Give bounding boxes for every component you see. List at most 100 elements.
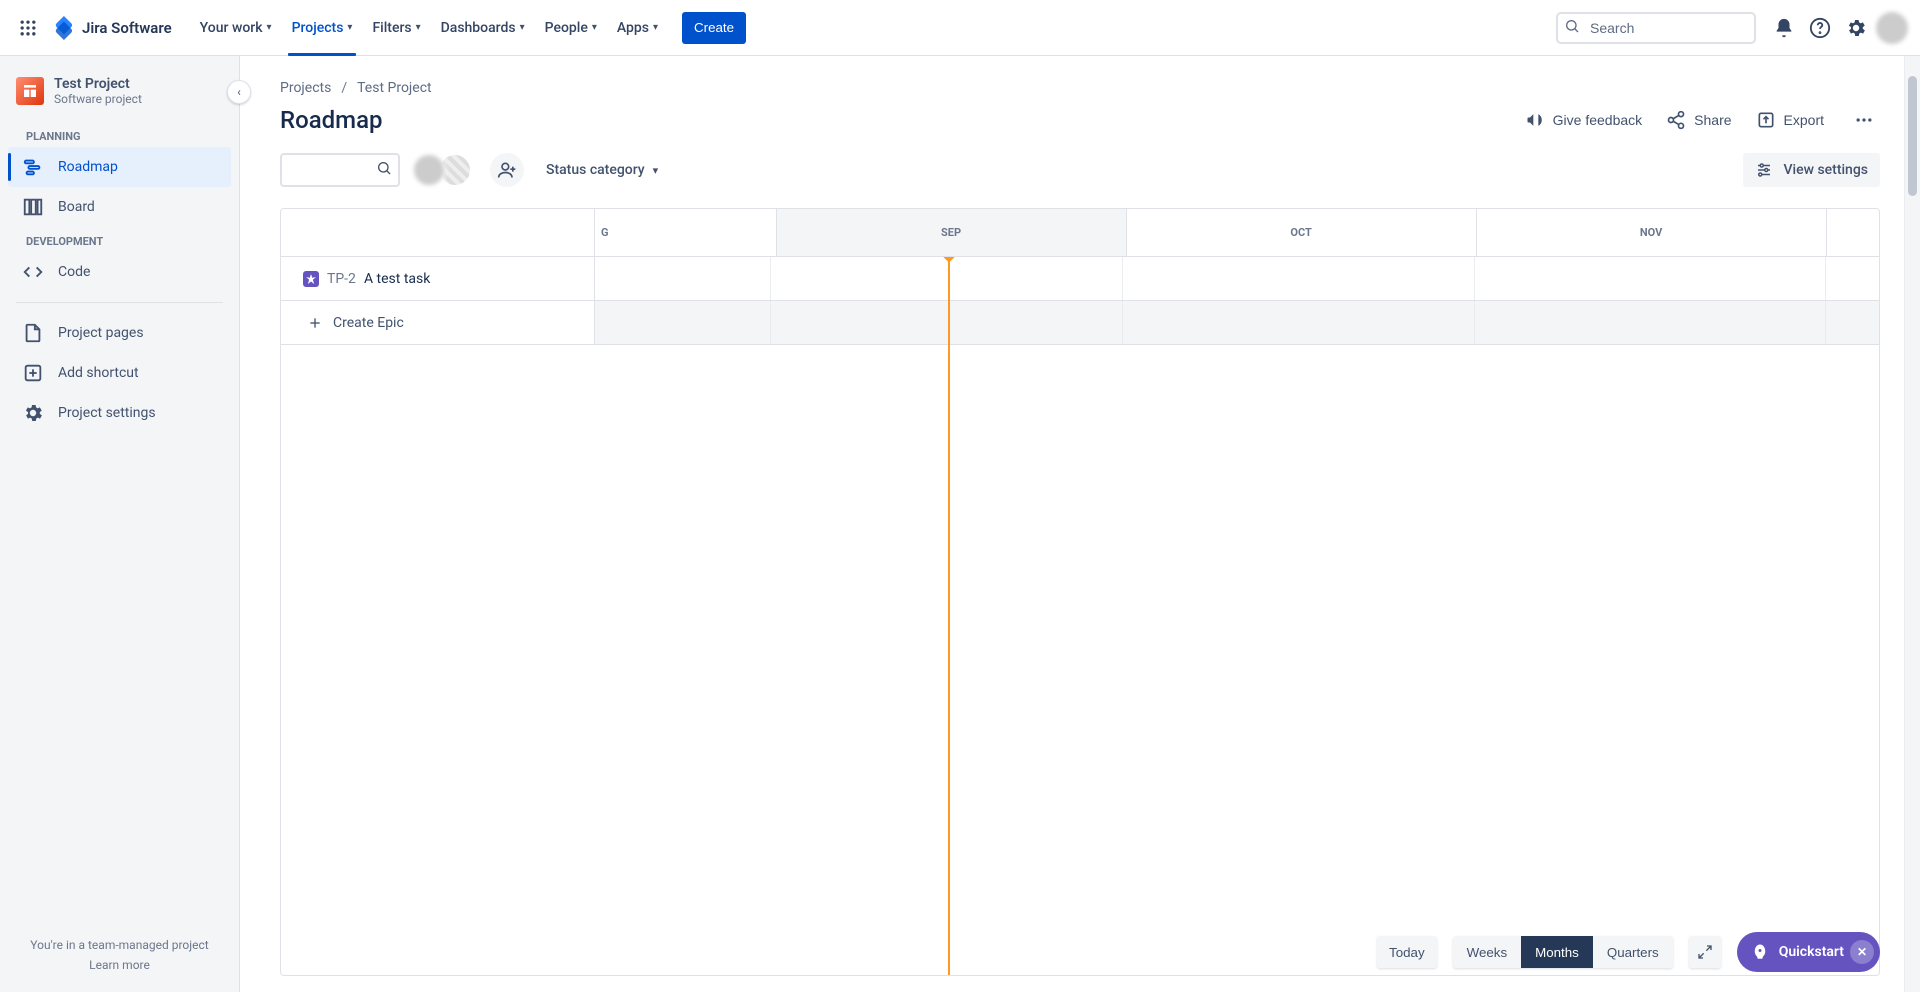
zoom-quarters[interactable]: Quarters (1593, 936, 1673, 968)
nav-projects[interactable]: Projects▾ (284, 0, 361, 56)
sidebar-item-pages[interactable]: Project pages (8, 313, 231, 353)
project-subtitle: Software project (54, 92, 142, 106)
nav-your-work[interactable]: Your work▾ (192, 0, 280, 56)
chevron-down-icon: ▾ (653, 164, 659, 177)
status-label: Status category (546, 162, 645, 178)
project-name: Test Project (54, 76, 142, 92)
breadcrumb-sep: / (341, 80, 347, 96)
sidebar-item-label: Project pages (58, 325, 144, 341)
sidebar-footer-text: You're in a team-managed project (16, 938, 223, 952)
plus-icon (307, 315, 323, 331)
nav-label: Filters (372, 20, 411, 36)
jira-logo-icon (52, 16, 76, 40)
month-col: OCT (1127, 209, 1477, 256)
dots-icon (1854, 110, 1874, 130)
feedback-label: Give feedback (1553, 112, 1643, 128)
settings-button[interactable] (1840, 12, 1872, 44)
jira-logo[interactable]: Jira Software (52, 16, 172, 40)
crumb-project[interactable]: Test Project (357, 80, 431, 96)
task-title: A test task (364, 271, 430, 287)
share-label: Share (1694, 112, 1731, 128)
sidebar-toggle[interactable]: ‹ (227, 80, 251, 104)
project-sidebar: ‹ Test Project Software project PLANNING… (0, 56, 240, 992)
nav-label: Dashboards (441, 20, 516, 36)
project-header[interactable]: Test Project Software project (8, 76, 231, 122)
create-button[interactable]: Create (682, 12, 746, 44)
profile-avatar[interactable] (1876, 12, 1908, 44)
month-col: SEP (777, 209, 1127, 256)
learn-more-link[interactable]: Learn more (16, 958, 223, 972)
chevron-down-icon: ▾ (267, 22, 272, 33)
chevron-down-icon: ▾ (520, 22, 525, 33)
sidebar-item-label: Project settings (58, 405, 156, 421)
crumb-projects[interactable]: Projects (280, 80, 331, 96)
share-icon (1666, 110, 1686, 130)
zoom-segment: Weeks Months Quarters (1453, 936, 1673, 968)
page-title: Roadmap (280, 106, 383, 134)
breadcrumb: Projects / Test Project (280, 80, 1880, 96)
status-category-dropdown[interactable]: Status category ▾ (536, 153, 668, 187)
section-dev-label: DEVELOPMENT (8, 227, 231, 252)
share-button[interactable]: Share (1666, 110, 1731, 130)
assignee-filter[interactable] (412, 153, 472, 187)
project-avatar (16, 77, 44, 105)
add-person-icon (497, 160, 517, 180)
export-button[interactable]: Export (1756, 110, 1824, 130)
chevron-down-icon: ▾ (416, 22, 421, 33)
roadmap-bottom-controls: Today Weeks Months Quarters Quickstart ✕ (1377, 932, 1880, 972)
sidebar-item-code[interactable]: Code (8, 252, 231, 292)
add-people-button[interactable] (490, 153, 524, 187)
create-epic-row[interactable]: Create Epic (281, 301, 1879, 345)
shortcut-icon (22, 362, 44, 384)
month-col (1827, 209, 1879, 256)
sidebar-item-settings[interactable]: Project settings (8, 393, 231, 433)
search-input[interactable] (1556, 12, 1756, 44)
more-actions[interactable] (1848, 104, 1880, 136)
nav-dashboards[interactable]: Dashboards ▾ (433, 0, 533, 56)
scrollbar[interactable] (1904, 56, 1920, 992)
view-settings-button[interactable]: View settings (1743, 153, 1880, 187)
divider (16, 302, 223, 303)
board-icon (22, 196, 44, 218)
nav-label: People (545, 20, 588, 36)
pages-icon (22, 322, 44, 344)
app-switcher[interactable] (12, 12, 44, 44)
chevron-down-icon: ▾ (347, 22, 352, 33)
epic-icon (303, 271, 319, 287)
gear-icon (1845, 17, 1867, 39)
export-label: Export (1784, 112, 1824, 128)
zoom-weeks[interactable]: Weeks (1453, 936, 1522, 968)
sidebar-item-label: Code (58, 264, 90, 280)
nav-apps[interactable]: Apps▾ (609, 0, 666, 56)
zoom-months[interactable]: Months (1521, 936, 1593, 968)
feedback-button[interactable]: Give feedback (1525, 110, 1643, 130)
roadmap-row[interactable]: TP-2 A test task (281, 257, 1879, 301)
sliders-icon (1755, 161, 1773, 179)
nav-people[interactable]: People▾ (537, 0, 605, 56)
nav-filters[interactable]: Filters ▾ (364, 0, 428, 56)
help-icon (1809, 17, 1831, 39)
sidebar-item-label: Add shortcut (58, 365, 139, 381)
scrollbar-thumb[interactable] (1908, 76, 1917, 196)
month-col: G (595, 209, 777, 256)
avatar (412, 153, 446, 187)
search-icon (376, 160, 392, 180)
view-settings-label: View settings (1783, 162, 1868, 178)
quickstart-label: Quickstart (1779, 944, 1844, 960)
roadmap-header-side (281, 209, 595, 256)
month-col: NOV (1477, 209, 1827, 256)
roadmap-body[interactable]: TP-2 A test task Create Epic (281, 257, 1879, 975)
export-icon (1756, 110, 1776, 130)
roadmap-icon (22, 156, 44, 178)
quickstart-pill[interactable]: Quickstart ✕ (1737, 932, 1880, 972)
help-button[interactable] (1804, 12, 1836, 44)
today-button[interactable]: Today (1377, 936, 1437, 968)
sidebar-item-shortcut[interactable]: Add shortcut (8, 353, 231, 393)
notifications-button[interactable] (1768, 12, 1800, 44)
fullscreen-button[interactable] (1689, 936, 1721, 968)
quickstart-close[interactable]: ✕ (1850, 940, 1874, 964)
sidebar-item-board[interactable]: Board (8, 187, 231, 227)
sidebar-item-label: Board (58, 199, 95, 215)
sidebar-item-roadmap[interactable]: Roadmap (8, 147, 231, 187)
section-planning-label: PLANNING (8, 122, 231, 147)
